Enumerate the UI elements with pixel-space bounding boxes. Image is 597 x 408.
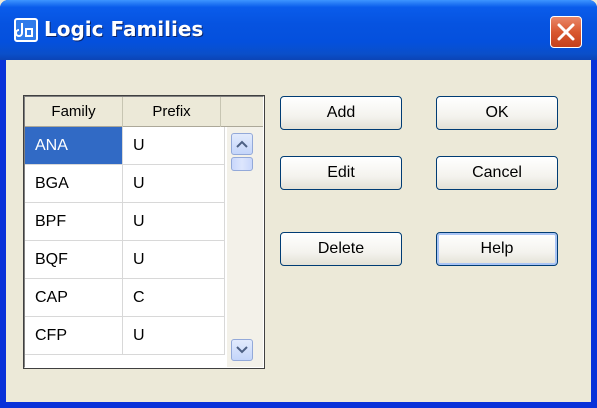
add-button[interactable]: Add <box>280 96 402 130</box>
prefix-cell: U <box>123 317 225 355</box>
family-cell: CFP <box>25 317 123 355</box>
family-cell: BPF <box>25 203 123 241</box>
column-header-family[interactable]: Family <box>25 97 123 127</box>
family-cell: BQF <box>25 241 123 279</box>
close-button[interactable] <box>550 16 582 48</box>
delete-button[interactable]: Delete <box>280 232 402 266</box>
window-title: Logic Families <box>44 17 204 41</box>
scroll-down-button[interactable] <box>231 339 253 361</box>
list-row[interactable]: CAP C <box>25 279 225 317</box>
prefix-cell: U <box>123 127 225 165</box>
edit-button[interactable]: Edit <box>280 156 402 190</box>
vertical-scrollbar[interactable] <box>227 127 263 367</box>
family-cell: ANA <box>25 127 123 165</box>
list-row[interactable]: BGA U <box>25 165 225 203</box>
logic-families-list[interactable]: Family Prefix ANA U BGA U BPF U BQF U CA <box>23 95 265 369</box>
prefix-cell: U <box>123 241 225 279</box>
column-header-filler <box>221 97 263 127</box>
list-row[interactable]: ANA U <box>25 127 225 165</box>
scroll-thumb[interactable] <box>231 157 253 171</box>
column-header-prefix[interactable]: Prefix <box>123 97 221 127</box>
list-row[interactable]: CFP U <box>25 317 225 355</box>
chevron-down-icon <box>236 346 248 354</box>
prefix-cell: U <box>123 203 225 241</box>
ok-button[interactable]: OK <box>436 96 558 130</box>
app-icon <box>14 18 38 42</box>
dialog-window: Logic Families Family Prefix ANA U BGA U <box>0 0 597 408</box>
close-icon <box>557 23 575 41</box>
prefix-cell: U <box>123 165 225 203</box>
dialog-body: Family Prefix ANA U BGA U BPF U BQF U CA <box>6 60 591 402</box>
family-cell: BGA <box>25 165 123 203</box>
chevron-up-icon <box>236 140 248 148</box>
prefix-cell: C <box>123 279 225 317</box>
title-bar[interactable]: Logic Families <box>0 0 597 60</box>
scroll-up-button[interactable] <box>231 133 253 155</box>
cancel-button[interactable]: Cancel <box>436 156 558 190</box>
family-cell: CAP <box>25 279 123 317</box>
help-button[interactable]: Help <box>436 232 558 266</box>
list-header: Family Prefix <box>25 97 263 127</box>
list-row[interactable]: BQF U <box>25 241 225 279</box>
list-row[interactable]: BPF U <box>25 203 225 241</box>
